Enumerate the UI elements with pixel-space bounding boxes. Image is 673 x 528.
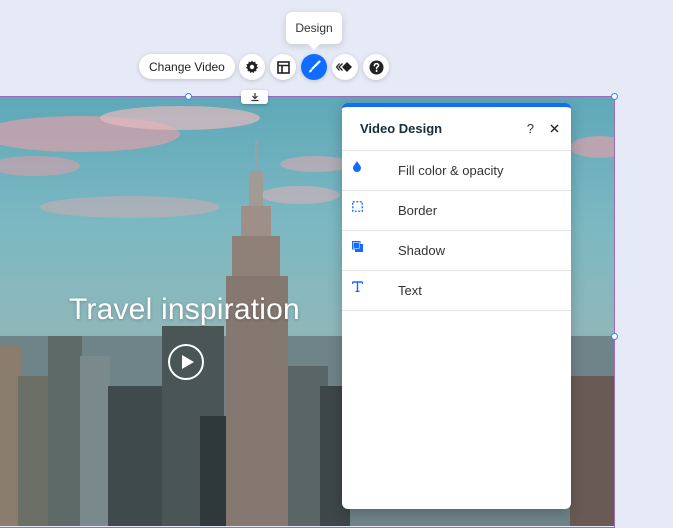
animation-icon <box>336 62 352 72</box>
panel-actions: ? <box>527 121 559 136</box>
play-icon <box>181 355 194 369</box>
menu-item-fill[interactable]: Fill color & opacity <box>342 151 571 191</box>
border-icon <box>350 199 364 213</box>
layout-button[interactable] <box>270 54 296 80</box>
design-button[interactable] <box>301 54 327 80</box>
cloud <box>280 156 350 172</box>
menu-item-border[interactable]: Border <box>342 191 571 231</box>
menu-item-label: Text <box>398 283 422 298</box>
shadow-icon <box>350 239 364 253</box>
resize-handle-right[interactable] <box>611 333 618 340</box>
resize-handle-top-right[interactable] <box>611 93 618 100</box>
resize-handle-top[interactable] <box>185 93 192 100</box>
layout-icon <box>276 60 290 74</box>
drop-icon <box>350 159 364 173</box>
settings-button[interactable] <box>239 54 265 80</box>
change-video-button[interactable]: Change Video <box>139 54 235 79</box>
close-icon <box>550 124 559 133</box>
building <box>108 386 168 526</box>
panel-help-button[interactable]: ? <box>527 121 534 136</box>
download-tab[interactable] <box>241 90 268 104</box>
cloud <box>260 186 340 204</box>
gear-icon <box>246 60 258 74</box>
menu-item-label: Border <box>398 203 438 218</box>
animation-button[interactable] <box>332 54 358 80</box>
menu-item-shadow[interactable]: Shadow <box>342 231 571 271</box>
video-design-panel: Video Design ? Fill color & opacity Bord… <box>342 103 571 509</box>
cloud <box>570 136 615 158</box>
help-button[interactable] <box>363 54 389 80</box>
panel-title: Video Design <box>360 121 443 136</box>
building <box>48 336 82 526</box>
cloud <box>0 156 80 176</box>
building <box>80 356 110 526</box>
menu-item-label: Fill color & opacity <box>398 163 504 178</box>
brush-icon <box>309 60 321 73</box>
text-icon <box>350 279 364 293</box>
download-icon <box>251 93 258 102</box>
design-tooltip: Design <box>286 12 342 50</box>
menu-item-label: Shadow <box>398 243 445 258</box>
menu-item-text[interactable]: Text <box>342 271 571 311</box>
play-button[interactable] <box>168 344 204 380</box>
cloud <box>100 106 260 130</box>
cloud <box>40 196 220 218</box>
panel-close-button[interactable] <box>550 124 559 133</box>
help-icon <box>369 60 383 74</box>
panel-header: Video Design ? <box>342 107 571 151</box>
building <box>570 376 615 526</box>
video-title: Travel inspiration <box>69 293 300 326</box>
building <box>18 376 52 526</box>
